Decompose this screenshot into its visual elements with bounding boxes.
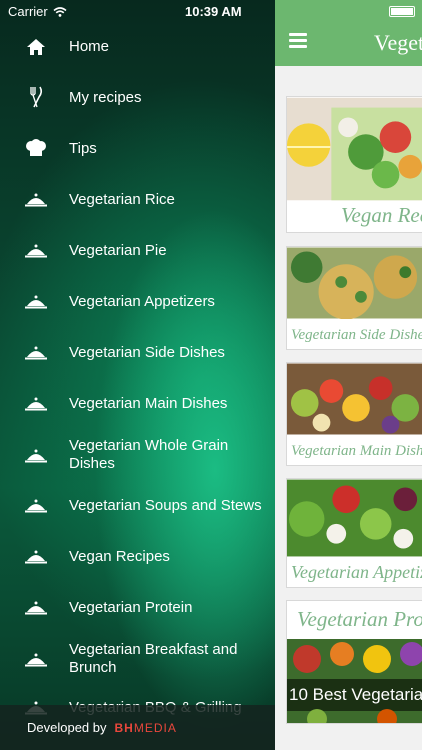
menu-label: Vegetarian Side Dishes [69,344,225,361]
menu-item-my-recipes[interactable]: My recipes [0,86,275,109]
cloche-icon [25,650,47,670]
menu-label: Vegetarian Whole Grain Dishes [69,437,229,472]
menu-label: Vegan Recipes [69,548,170,565]
cloche-icon [25,241,47,261]
menu-item-vegetarian-rice[interactable]: Vegetarian Rice [0,189,275,211]
menu-label: Vegetarian Rice [69,191,175,208]
category-card-protein[interactable]: Vegetarian Protein 10 Best Vegetarian [286,600,422,724]
menu-item-home[interactable]: Home [0,36,275,58]
menu-item-vegetarian-side-dishes[interactable]: Vegetarian Side Dishes [0,342,275,364]
cloche-icon [25,446,47,466]
card-image [287,247,422,319]
category-card-main-dishes[interactable]: Vegetarian Main Dishes [286,362,422,466]
page-title: Vegetarian Recipes [374,30,422,55]
card-caption: Vegetarian Main Dishes [291,443,422,459]
home-icon [25,37,47,57]
cloche-icon [25,394,47,414]
menu-item-vegetarian-breakfast-and-brunch[interactable]: Vegetarian Breakfast and Brunch [0,639,275,679]
brand-part-b: MEDIA [133,720,177,735]
hamburger-menu-icon[interactable] [289,33,307,49]
menu-label: Vegetarian Main Dishes [69,395,228,412]
card-image [287,639,422,723]
cloche-icon [25,292,47,312]
cloche-icon [25,343,47,363]
status-time: 10:39 AM [185,4,242,19]
category-card-vegan-recipes[interactable]: Vegan Recipes [286,96,422,233]
card-image [287,97,422,201]
menu-item-vegan-recipes[interactable]: Vegan Recipes [0,546,275,568]
menu-label: Tips [69,140,97,157]
cloche-icon [25,190,47,210]
cloche-icon [25,598,47,618]
brand-logo[interactable]: BHMEDIA [115,721,177,735]
menu-item-vegetarian-soups-and-stews[interactable]: Vegetarian Soups and Stews [0,495,275,517]
card-image [287,363,422,435]
menu-item-vegetarian-whole-grain-dishes[interactable]: Vegetarian Whole Grain Dishes [0,435,275,475]
menu-label: Vegetarian Protein [69,599,193,616]
menu-item-vegetarian-protein[interactable]: Vegetarian Protein [0,597,275,619]
menu-label: Home [69,38,110,55]
developer-footer: Developed by BHMEDIA [0,705,275,750]
category-card-side-dishes[interactable]: Vegetarian Side Dishes [286,246,422,350]
category-card-appetizers[interactable]: Vegetarian Appetizers [286,478,422,588]
menu-item-tips[interactable]: Tips [0,138,275,160]
carrier-label: Carrier [8,4,48,19]
card-caption: Vegetarian Appetizers [291,562,422,582]
menu-label: Vegetarian Breakfast and Brunch [69,641,238,676]
menu-label: My recipes [69,89,142,106]
fork-knife-icon [25,86,47,108]
menu-label: Vegetarian Appetizers [69,293,215,310]
status-carrier: Carrier [8,4,67,19]
menu-item-vegetarian-appetizers[interactable]: Vegetarian Appetizers [0,291,275,313]
card-caption: Vegetarian Side Dishes [291,327,422,343]
card-caption: Vegan Recipes [341,203,422,227]
brand-part-a: BH [114,720,134,735]
card-caption: Vegetarian Protein [297,607,422,631]
menu-label: Vegetarian Soups and Stews [69,497,262,514]
battery-icon [389,6,415,17]
chef-hat-icon [25,138,47,158]
top-bar: Vegetarian Recipes [275,0,422,66]
card-image [287,479,422,557]
developed-by-label: Developed by [27,720,107,735]
wifi-icon [53,6,67,17]
menu-label: Vegetarian Pie [69,242,167,259]
menu-item-vegetarian-main-dishes[interactable]: Vegetarian Main Dishes [0,393,275,415]
cloche-icon [25,496,47,516]
menu-item-vegetarian-pie[interactable]: Vegetarian Pie [0,240,275,262]
main-content: Vegetarian Recipes Vegan Recipes Vegetar [275,0,422,750]
side-drawer: Carrier 10:39 AM Home My recipes Tips Ve… [0,0,275,750]
card-overlay-text: 10 Best Vegetarian [289,685,422,704]
cloche-icon [25,547,47,567]
